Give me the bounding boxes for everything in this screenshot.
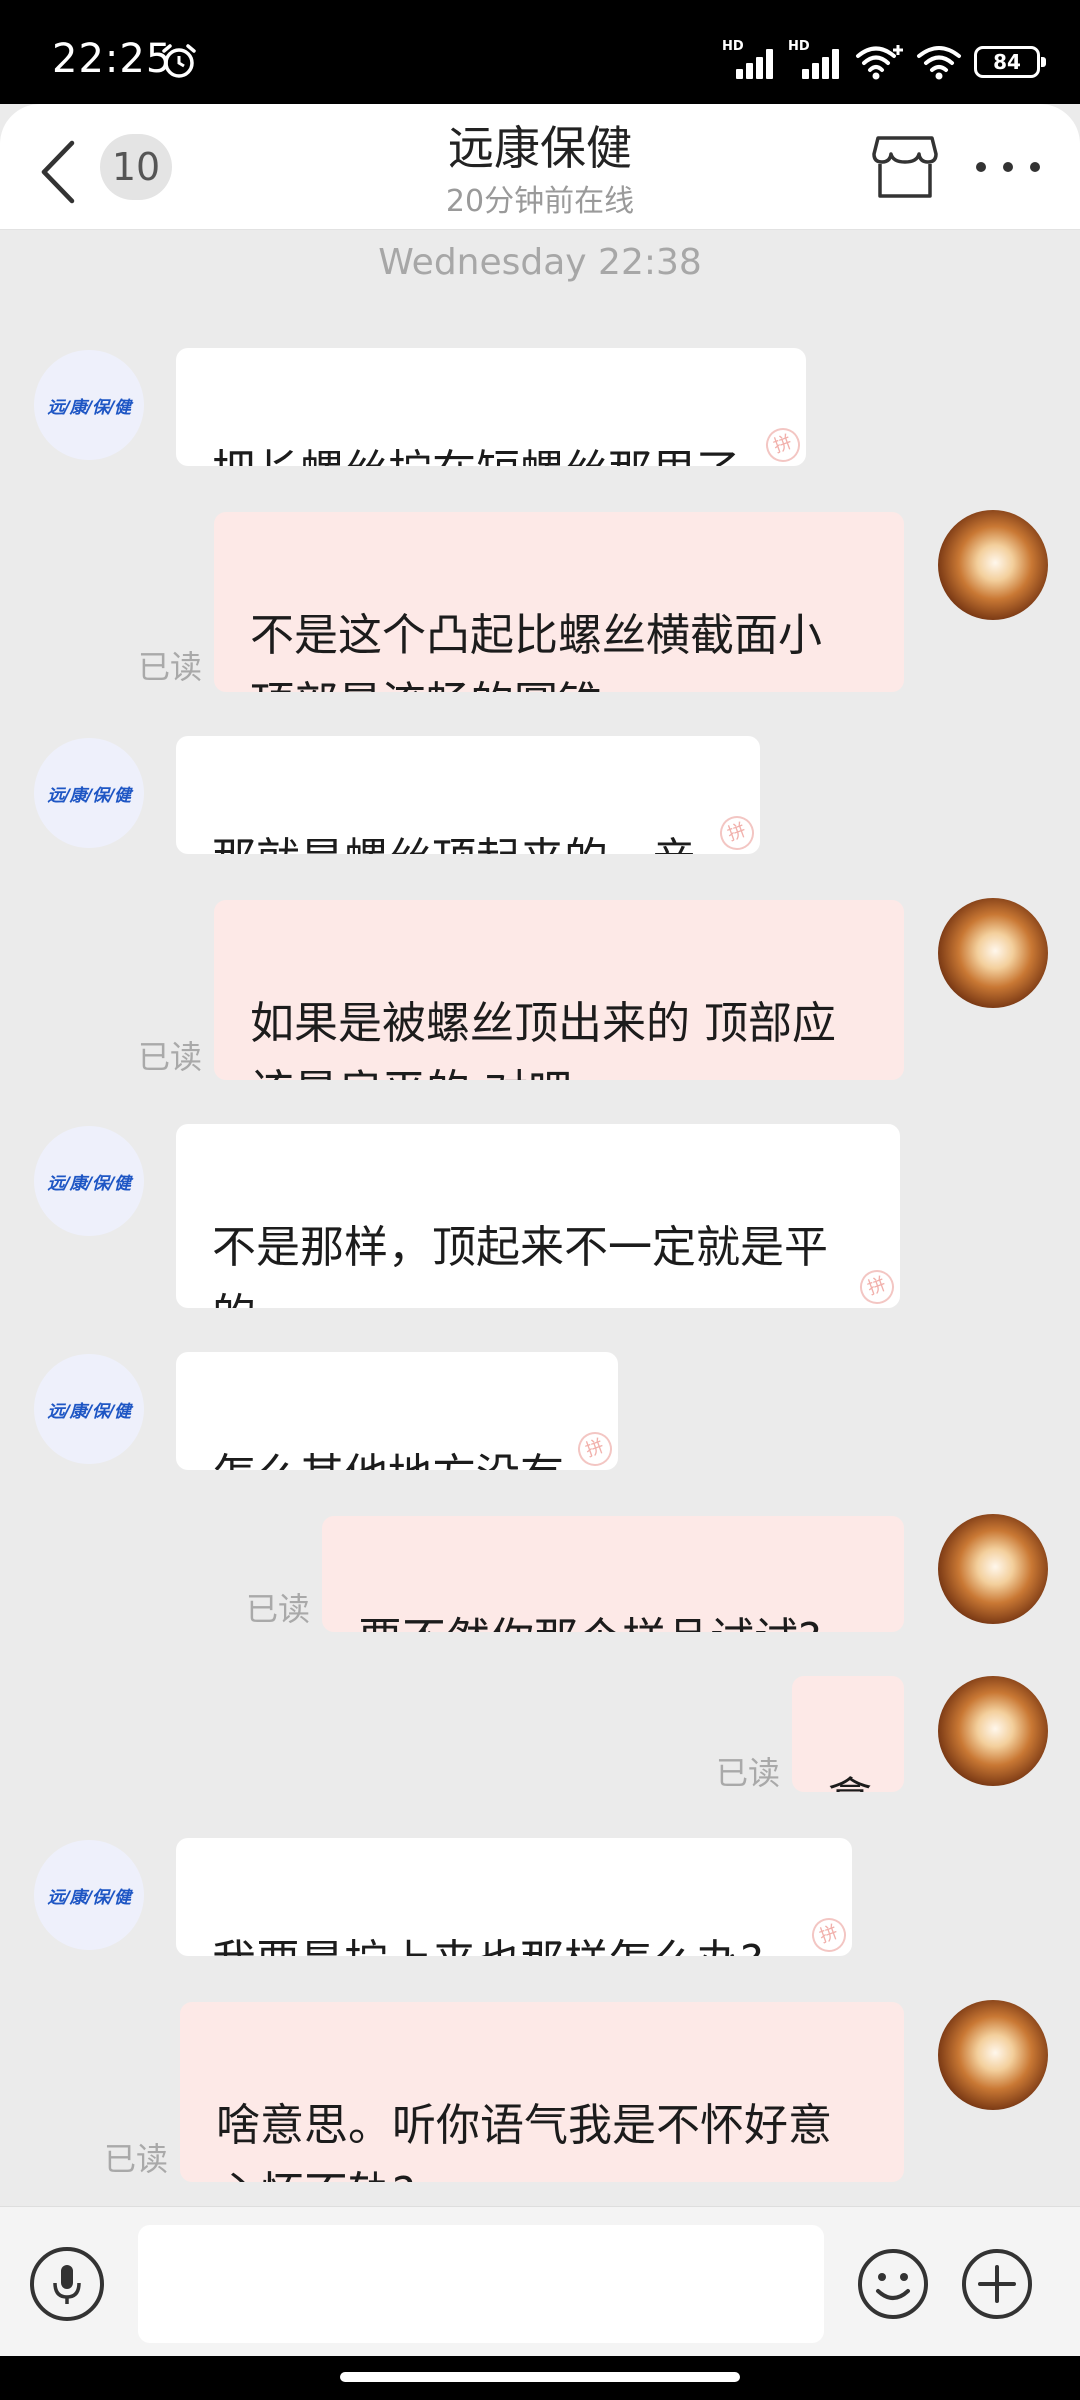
read-status: 已读 [138,1038,203,1076]
plus-icon [962,2249,1032,2319]
chat-screen: 22:25 HD HD 84 10 远康保健 20分钟前在线 Wednesday… [0,0,1080,2400]
message-bubble-incoming[interactable]: 不是那样，顶起来不一定就是平 的 拼 [176,1124,900,1308]
read-status: 已读 [138,648,203,686]
shop-avatar[interactable]: 远/康/保/健 [34,738,144,848]
message-text: 不是这个凸起比螺丝横截面小 顶部是流畅的圆锥 [250,610,822,692]
message-bubble-outgoing[interactable]: 如果是被螺丝顶出来的 顶部应 该是扁平的 对吧 [214,900,904,1080]
message-bubble-incoming[interactable]: 我要是拧上来也那样怎么办? 拼 [176,1838,852,1956]
message-text: 要不然你那个样品试试? [358,1614,821,1632]
shop-avatar-text: 远/康/保/健 [47,785,131,806]
time-divider: Wednesday 22:38 [378,242,702,283]
user-avatar[interactable] [938,1514,1048,1624]
wifi-icon [917,46,961,80]
emoji-icon [858,2249,928,2319]
user-avatar[interactable] [938,898,1048,1008]
message-bubble-outgoing[interactable]: 啥意思。听你语气我是不怀好意 心怀不轨? [180,2002,904,2182]
shop-avatar-text: 远/康/保/健 [47,1401,131,1422]
message-bubble-outgoing[interactable]: 要不然你那个样品试试? [322,1516,904,1632]
home-indicator[interactable] [340,2372,740,2382]
signal-icon: HD [788,39,842,79]
more-button[interactable] [968,134,1048,200]
watermark-icon: 拼 [715,811,759,854]
watermark-icon: 拼 [855,1265,899,1308]
message-text: 拿 [828,1774,872,1792]
signal-hd-label: HD [788,39,810,54]
chat-header: 10 远康保健 20分钟前在线 [0,104,1080,230]
read-status: 已读 [246,1590,311,1628]
shop-avatar[interactable]: 远/康/保/健 [34,350,144,460]
message-text: 如果是被螺丝顶出来的 顶部应 该是扁平的 对吧 [250,998,836,1080]
user-avatar[interactable] [938,510,1048,620]
message-bubble-incoming[interactable]: 怎么其他地方没有 拼 [176,1352,618,1470]
more-dot [1003,162,1013,172]
message-text: 不是那样，顶起来不一定就是平 的 [212,1222,828,1308]
battery-icon: 84 [974,46,1046,78]
message-bubble-incoming[interactable]: 把长螺丝拧在短螺丝那里了 拼 [176,348,806,466]
read-status: 已读 [716,1754,781,1792]
message-input[interactable] [138,2225,824,2343]
shop-avatar[interactable]: 远/康/保/健 [34,1354,144,1464]
shop-avatar-text: 远/康/保/健 [47,1173,131,1194]
shop-avatar[interactable]: 远/康/保/健 [34,1840,144,1950]
watermark-icon: 拼 [761,423,805,466]
battery-level: 84 [993,50,1021,74]
more-actions-button[interactable] [960,2247,1034,2321]
message-text: 把长螺丝拧在短螺丝那里了 [212,446,740,466]
shop-avatar[interactable]: 远/康/保/健 [34,1126,144,1236]
shop-button[interactable] [870,134,940,200]
message-text: 我要是拧上来也那样怎么办? [212,1936,763,1956]
alarm-icon [162,44,196,78]
shop-avatar-text: 远/康/保/健 [47,1887,131,1908]
more-dot [976,162,986,172]
emoji-button[interactable] [856,2247,930,2321]
message-bubble-outgoing[interactable]: 不是这个凸起比螺丝横截面小 顶部是流畅的圆锥 [214,512,904,692]
message-text: 怎么其他地方没有 [212,1450,564,1470]
input-bar [0,2206,1080,2356]
more-dot [1030,162,1040,172]
signal-hd-label: HD [722,39,744,54]
microphone-icon [53,2265,81,2304]
message-text: 那就是螺丝顶起来的，亲 [212,834,696,854]
message-bubble-outgoing[interactable]: 拿 [792,1676,904,1792]
message-text: 啥意思。听你语气我是不怀好意 心怀不轨? [216,2100,832,2182]
status-time: 22:25 [52,36,173,82]
shop-icon [872,136,938,198]
watermark-icon: 拼 [573,1427,617,1470]
user-avatar[interactable] [938,2000,1048,2110]
signal-icon: HD [722,39,776,79]
voice-input-button[interactable] [30,2247,104,2321]
read-status: 已读 [104,2140,169,2178]
shop-avatar-text: 远/康/保/健 [47,397,131,418]
wifi-icon [856,45,903,80]
message-bubble-incoming[interactable]: 那就是螺丝顶起来的，亲 拼 [176,736,760,854]
status-icons: HD HD 84 [722,39,1046,82]
system-nav-bar [0,2356,1080,2400]
user-avatar[interactable] [938,1676,1048,1786]
watermark-icon: 拼 [807,1913,851,1956]
status-bar: 22:25 HD HD 84 [0,0,1080,104]
